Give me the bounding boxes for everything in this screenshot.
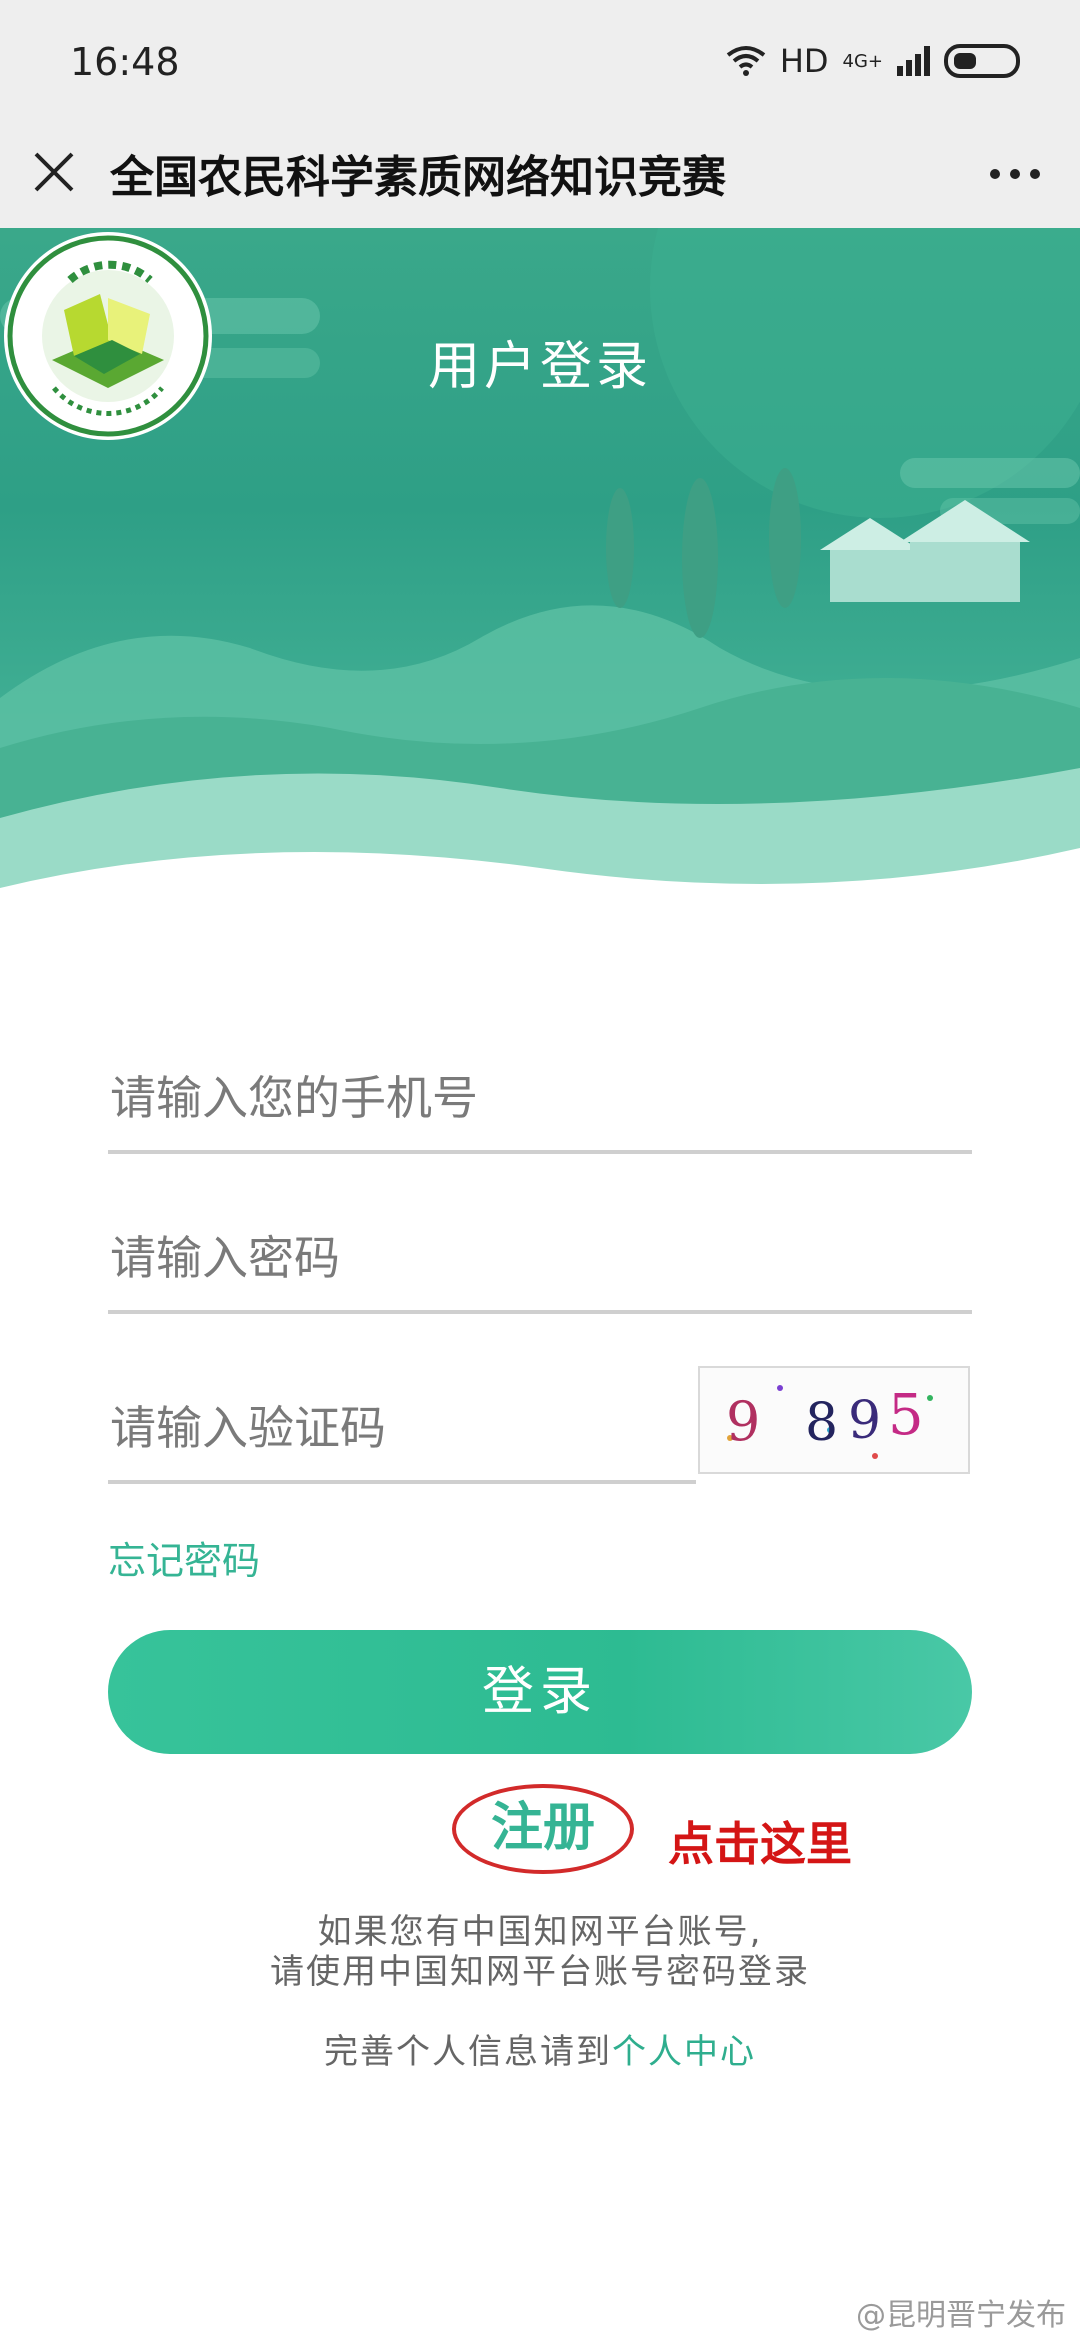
nav-bar: 全国农民科学素质网络知识竞赛	[0, 128, 1080, 228]
close-icon[interactable]	[30, 148, 78, 196]
contest-logo	[4, 232, 212, 440]
captcha-digit-3: 9	[848, 1391, 881, 1451]
forgot-password-link[interactable]: 忘记密码	[108, 1530, 260, 1585]
personal-info-prefix: 完善个人信息请到	[324, 2032, 612, 2072]
captcha-digit-2: 8	[805, 1393, 838, 1453]
personal-center-link[interactable]: 个人中心	[612, 2032, 756, 2072]
login-button[interactable]: 登录	[108, 1630, 972, 1754]
phone-placeholder: 请输入您的手机号	[110, 1071, 478, 1125]
network-label: 4G+	[842, 50, 883, 72]
captcha-image[interactable]: 9 8 9 5	[698, 1366, 970, 1474]
more-icon[interactable]	[990, 156, 1050, 192]
status-bar: 16:48 HD 4G+	[0, 0, 1080, 128]
cnki-info-line-2: 请使用中国知网平台账号密码登录	[270, 1952, 810, 1992]
page-title: 全国农民科学素质网络知识竞赛	[110, 152, 726, 203]
captcha-graphic: 9 8 9 5	[726, 1383, 933, 1459]
hd-label: HD	[779, 42, 829, 80]
watermark: @昆明晋宁发布	[856, 2298, 1066, 2333]
captcha-placeholder: 请输入验证码	[110, 1401, 386, 1455]
captcha-digit-1: 9	[726, 1390, 760, 1453]
hero-banner: 用户登录	[0, 228, 1080, 928]
phone-field[interactable]: 请输入您的手机号	[108, 1030, 972, 1154]
password-placeholder: 请输入密码	[110, 1231, 340, 1285]
status-icons: HD 4G+	[726, 42, 1020, 80]
register-link[interactable]: 注册	[452, 1784, 634, 1874]
wifi-icon	[726, 46, 766, 76]
personal-info-hint: 完善个人信息请到个人中心	[0, 2024, 1080, 2073]
status-time: 16:48	[70, 40, 180, 84]
captcha-field[interactable]: 请输入验证码	[108, 1360, 696, 1484]
battery-icon	[944, 44, 1020, 78]
signal-icon	[897, 46, 930, 76]
captcha-digit-4: 5	[888, 1383, 924, 1448]
password-field[interactable]: 请输入密码	[108, 1190, 972, 1314]
click-here-annotation: 点击这里	[668, 1817, 852, 1871]
